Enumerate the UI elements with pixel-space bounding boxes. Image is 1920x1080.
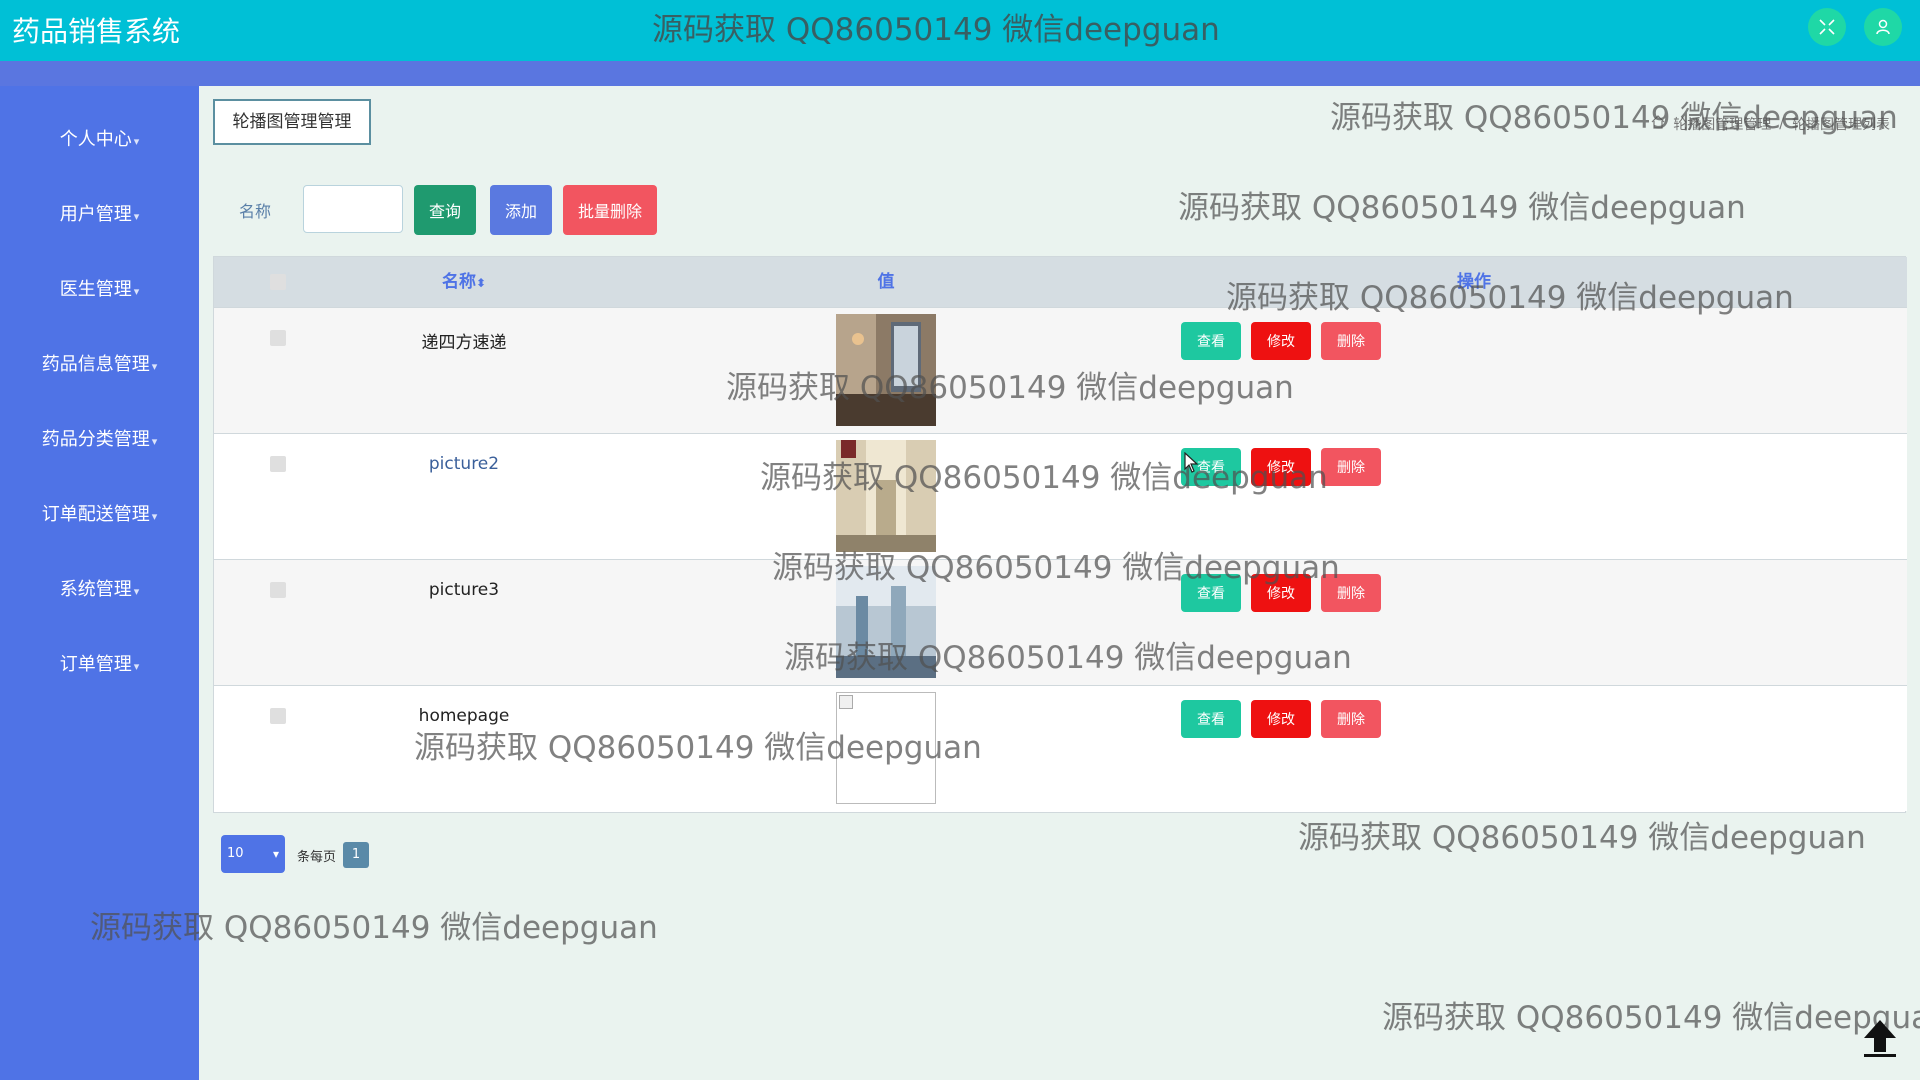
row-name: picture2 (428, 454, 500, 474)
view-button[interactable]: 查看 (1181, 574, 1241, 612)
chevron-down-icon: ▾ (151, 435, 158, 448)
table-row: picture3 查看 修改 删除 (214, 559, 1907, 685)
sidebar-item-order-delivery[interactable]: 订单配送管理 ▾ (0, 495, 199, 535)
select-all-checkbox[interactable] (270, 274, 286, 290)
search-input[interactable] (303, 185, 403, 233)
broken-image-icon (839, 695, 853, 709)
table-row: picture2 查看 修改 删除 (214, 433, 1907, 559)
breadcrumb-level1[interactable]: 轮播图管理管理 (1673, 114, 1771, 134)
row-checkbox[interactable] (270, 330, 286, 346)
row-checkbox[interactable] (270, 582, 286, 598)
sidebar: 个人中心 ▾ 用户管理 ▾ 医生管理 ▾ 药品信息管理 ▾ 药品分类管理 ▾ 订单配送管理… (0, 86, 199, 1080)
chevron-down-icon: ▾ (151, 510, 158, 523)
row-name: picture3 (428, 580, 500, 600)
data-table: 名称⬍ 值 操作 递四方速递 查看 修改 删除 picture2 查看 修改 删… (213, 256, 1907, 813)
sidebar-item-personal-center[interactable]: 个人中心 ▾ (0, 120, 199, 160)
sidebar-item-orders[interactable]: 订单管理 ▾ (0, 645, 199, 685)
column-name[interactable]: 名称⬍ (364, 257, 564, 307)
per-page-label: 条每页 (297, 850, 337, 865)
delete-button[interactable]: 删除 (1321, 700, 1381, 738)
table-row: 递四方速递 查看 修改 删除 (214, 307, 1907, 433)
row-image (836, 314, 936, 426)
sidebar-item-drug-category[interactable]: 药品分类管理 ▾ (0, 420, 199, 460)
row-checkbox[interactable] (270, 708, 286, 724)
column-actions: 操作 (1457, 272, 1491, 292)
edit-button[interactable]: 修改 (1251, 700, 1311, 738)
column-value: 值 (877, 272, 895, 292)
breadcrumb-separator: / (1779, 116, 1784, 132)
edit-button[interactable]: 修改 (1251, 448, 1311, 486)
view-button[interactable]: 查看 (1181, 322, 1241, 360)
add-button[interactable]: 添加 (490, 185, 552, 235)
edit-button[interactable]: 修改 (1251, 574, 1311, 612)
view-button[interactable]: 查看 (1181, 700, 1241, 738)
delete-button[interactable]: 删除 (1321, 574, 1381, 612)
table-header: 名称⬍ 值 操作 (214, 257, 1907, 307)
chevron-down-icon: ▾ (133, 585, 140, 598)
query-button[interactable]: 查询 (414, 185, 476, 235)
row-name: homepage (418, 706, 510, 726)
table-row: homepage 查看 修改 删除 (214, 685, 1907, 811)
back-to-top-icon[interactable] (1862, 1018, 1898, 1058)
sidebar-item-drug-info[interactable]: 药品信息管理 ▾ (0, 345, 199, 385)
chevron-down-icon: ▾ (272, 847, 279, 861)
batch-delete-button[interactable]: 批量删除 (563, 185, 657, 235)
row-name: 递四方速递 (421, 333, 507, 353)
sidebar-item-user-management[interactable]: 用户管理 ▾ (0, 195, 199, 235)
top-bar: 药品销售系统 源码获取 QQ86050149 微信deepguan (0, 0, 1920, 61)
page-tab[interactable]: 轮播图管理管理 (213, 99, 371, 145)
breadcrumb: 轮播图管理管理 / 轮播图管理列表 (1651, 114, 1890, 134)
main-content: 轮播图管理管理 轮播图管理管理 / 轮播图管理列表 名称 查询 添加 批量删除 … (199, 86, 1920, 1080)
chevron-down-icon: ▾ (133, 210, 140, 223)
mouse-cursor-icon (1184, 451, 1200, 478)
row-image (836, 566, 936, 678)
page-size-select[interactable]: 10 ▾ (221, 835, 285, 873)
chevron-down-icon: ▾ (151, 360, 158, 373)
sort-icon[interactable]: ⬍ (476, 276, 486, 290)
app-title: 药品销售系统 (12, 15, 181, 48)
home-icon[interactable] (1651, 115, 1665, 133)
row-image-broken (836, 692, 936, 804)
page-number-button[interactable]: 1 (343, 842, 369, 868)
fullscreen-icon[interactable] (1808, 8, 1846, 46)
chevron-down-icon: ▾ (133, 285, 140, 298)
search-label: 名称 (239, 202, 272, 221)
header-watermark: 源码获取 QQ86050149 微信deepguan (652, 12, 1220, 48)
row-checkbox[interactable] (270, 456, 286, 472)
delete-button[interactable]: 删除 (1321, 322, 1381, 360)
user-icon[interactable] (1864, 8, 1902, 46)
breadcrumb-level2: 轮播图管理列表 (1792, 117, 1890, 133)
chevron-down-icon: ▾ (133, 135, 140, 148)
sidebar-item-doctor-management[interactable]: 医生管理 ▾ (0, 270, 199, 310)
sidebar-item-system[interactable]: 系统管理 ▾ (0, 570, 199, 610)
header-strip (0, 61, 1920, 86)
row-image (836, 440, 936, 552)
edit-button[interactable]: 修改 (1251, 322, 1311, 360)
delete-button[interactable]: 删除 (1321, 448, 1381, 486)
chevron-down-icon: ▾ (133, 660, 140, 673)
